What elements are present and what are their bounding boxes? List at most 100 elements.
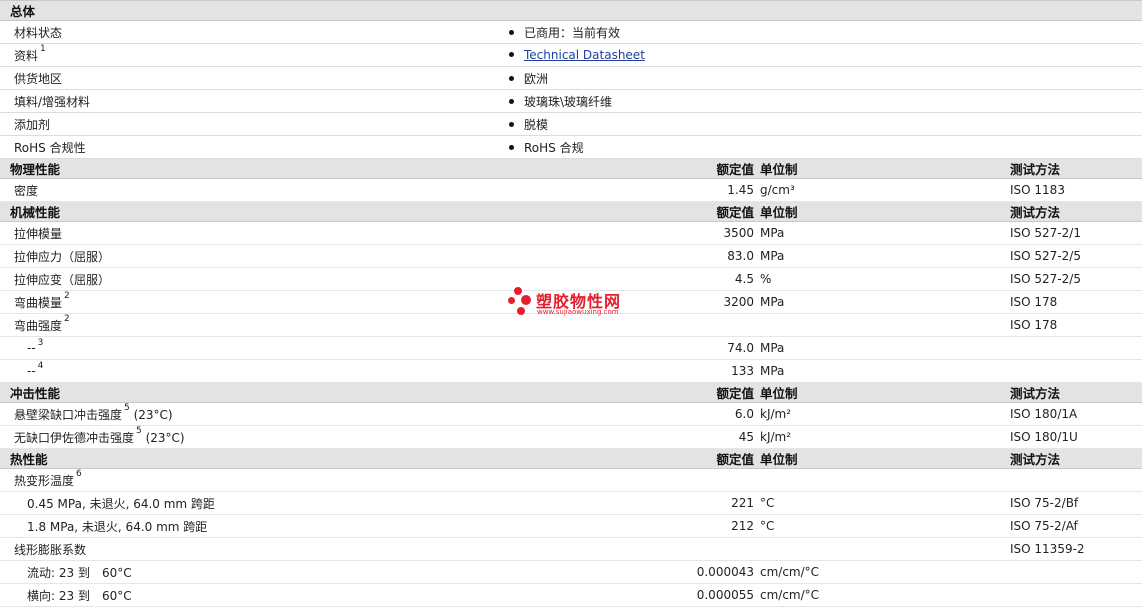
property-unit: °C (760, 491, 1010, 515)
property-label-cell: 悬壁梁缺口冲击强度 5 (23°C) (0, 402, 250, 426)
property-label: 密度 (0, 178, 250, 202)
property-unit (760, 468, 1010, 492)
column-header-value: 额定值 (716, 452, 754, 467)
footnote-ref: 6 (76, 468, 82, 479)
property-label-cell: -- 3 (0, 336, 250, 360)
section-title: 物理性能 额定值 (0, 158, 760, 179)
property-label-cell: 无缺口伊佐德冲击强度 5 (23°C) (0, 425, 250, 449)
property-method: ISO 527-2/5 (1010, 244, 1142, 268)
bullet-icon (509, 29, 514, 35)
property-unit (760, 537, 1010, 561)
general-value: 脱模 (524, 117, 549, 132)
general-label: RoHS 合规性 (0, 135, 250, 159)
general-value-cell: Technical Datasheet (250, 43, 1142, 67)
property-row: 热变形温度 6 (0, 468, 1142, 492)
property-unit: MPa (760, 244, 1010, 268)
logo-dot (521, 295, 531, 305)
column-header-value: 额定值 (716, 386, 754, 401)
property-label: 拉伸模量 (0, 221, 250, 245)
property-value (250, 313, 760, 337)
column-header-method: 测试方法 (1010, 158, 1142, 179)
general-value: 已商用：当前有效 (524, 25, 621, 40)
section-title-text: 物理性能 (10, 162, 61, 177)
section-general: 总体 (0, 0, 1142, 21)
general-value-cell: 玻璃珠\玻璃纤维 (250, 89, 1142, 113)
section-title: 机械性能 额定值 (0, 201, 760, 222)
property-value: 3200 (250, 290, 760, 314)
column-header-value: 额定值 (716, 205, 754, 220)
property-row: -- 3 74.0 MPa (0, 336, 1142, 360)
property-row: 拉伸应力（屈服） 83.0 MPa ISO 527-2/5 (0, 244, 1142, 268)
section-title: 总体 (0, 0, 1142, 21)
property-unit: MPa (760, 336, 1010, 360)
property-method: ISO 180/1A (1010, 402, 1142, 426)
general-row: 供货地区 欧洲 (0, 66, 1142, 90)
property-method (1010, 468, 1142, 492)
logo-dot (514, 287, 522, 295)
technical-datasheet-link[interactable]: Technical Datasheet (524, 48, 645, 62)
property-value: 1.45 (250, 178, 760, 202)
property-value: 212 (250, 514, 760, 538)
property-unit: MPa (760, 359, 1010, 383)
general-label-cell: 资料 1 (0, 43, 250, 67)
property-label-cell: -- 4 (0, 359, 250, 383)
footnote-ref: 5 (124, 402, 130, 413)
section-physical: 物理性能 额定值 单位制 测试方法 (0, 158, 1142, 179)
property-row: 1.8 MPa, 未退火, 64.0 mm 跨距 212 °C ISO 75-2… (0, 514, 1142, 538)
logo-dot (517, 307, 525, 315)
property-label: 无缺口伊佐德冲击强度 (14, 430, 135, 445)
footnote-ref: 3 (37, 338, 44, 348)
section-title: 热性能 额定值 (0, 448, 760, 469)
property-method: ISO 178 (1010, 313, 1142, 337)
property-method: ISO 178 (1010, 290, 1142, 314)
property-label: 1.8 MPa, 未退火, 64.0 mm 跨距 (0, 514, 250, 538)
property-value: 133 (250, 359, 760, 383)
general-value: RoHS 合规 (524, 140, 584, 155)
general-value: 玻璃珠\玻璃纤维 (524, 94, 613, 109)
property-method: ISO 527-2/1 (1010, 221, 1142, 245)
property-unit: MPa (760, 290, 1010, 314)
column-header-unit: 单位制 (760, 382, 1010, 403)
property-method (1010, 359, 1142, 383)
property-value (250, 537, 760, 561)
property-row: 0.45 MPa, 未退火, 64.0 mm 跨距 221 °C ISO 75-… (0, 491, 1142, 515)
property-value: 0.000055 (250, 583, 760, 607)
section-mechanical: 机械性能 额定值 单位制 测试方法 (0, 201, 1142, 222)
general-label: 资料 (14, 48, 39, 63)
property-label: 流动: 23 到 60°C (0, 560, 250, 584)
footnote-ref: 2 (64, 313, 70, 324)
property-value: 83.0 (250, 244, 760, 268)
column-header-method: 测试方法 (1010, 448, 1142, 469)
property-unit: cm/cm/°C (760, 583, 1010, 607)
property-method: ISO 527-2/5 (1010, 267, 1142, 291)
property-condition: (23°C) (141, 430, 185, 445)
property-method (1010, 583, 1142, 607)
bullet-icon (509, 121, 514, 127)
bullet-icon (509, 144, 514, 150)
column-header-unit: 单位制 (760, 201, 1010, 222)
property-value: 3500 (250, 221, 760, 245)
property-method: ISO 180/1U (1010, 425, 1142, 449)
property-row: 拉伸模量 3500 MPa ISO 527-2/1 (0, 221, 1142, 245)
property-method (1010, 336, 1142, 360)
property-method (1010, 560, 1142, 584)
property-label-cell: 弯曲强度 2 (0, 313, 250, 337)
property-value: 221 (250, 491, 760, 515)
property-row: -- 4 133 MPa (0, 359, 1142, 383)
property-row: 横向: 23 到 60°C 0.000055 cm/cm/°C (0, 583, 1142, 607)
property-label: 悬壁梁缺口冲击强度 (14, 407, 123, 422)
property-value: 6.0 (250, 402, 760, 426)
section-thermal: 热性能 额定值 单位制 测试方法 (0, 448, 1142, 469)
section-title: 冲击性能 额定值 (0, 382, 760, 403)
section-title-text: 机械性能 (10, 205, 61, 220)
bullet-icon (509, 52, 514, 57)
property-value: 4.5 (250, 267, 760, 291)
general-row: 资料 1 Technical Datasheet (0, 43, 1142, 67)
general-row: 材料状态 已商用：当前有效 (0, 20, 1142, 44)
property-unit (760, 313, 1010, 337)
property-label: -- (27, 364, 36, 378)
property-row: 线形膨胀系数 ISO 11359-2 (0, 537, 1142, 561)
column-header-method: 测试方法 (1010, 382, 1142, 403)
watermark-logo: 塑胶物性网 www.sujiaowuxing.com (508, 287, 648, 327)
general-row: 填料/增强材料 玻璃珠\玻璃纤维 (0, 89, 1142, 113)
